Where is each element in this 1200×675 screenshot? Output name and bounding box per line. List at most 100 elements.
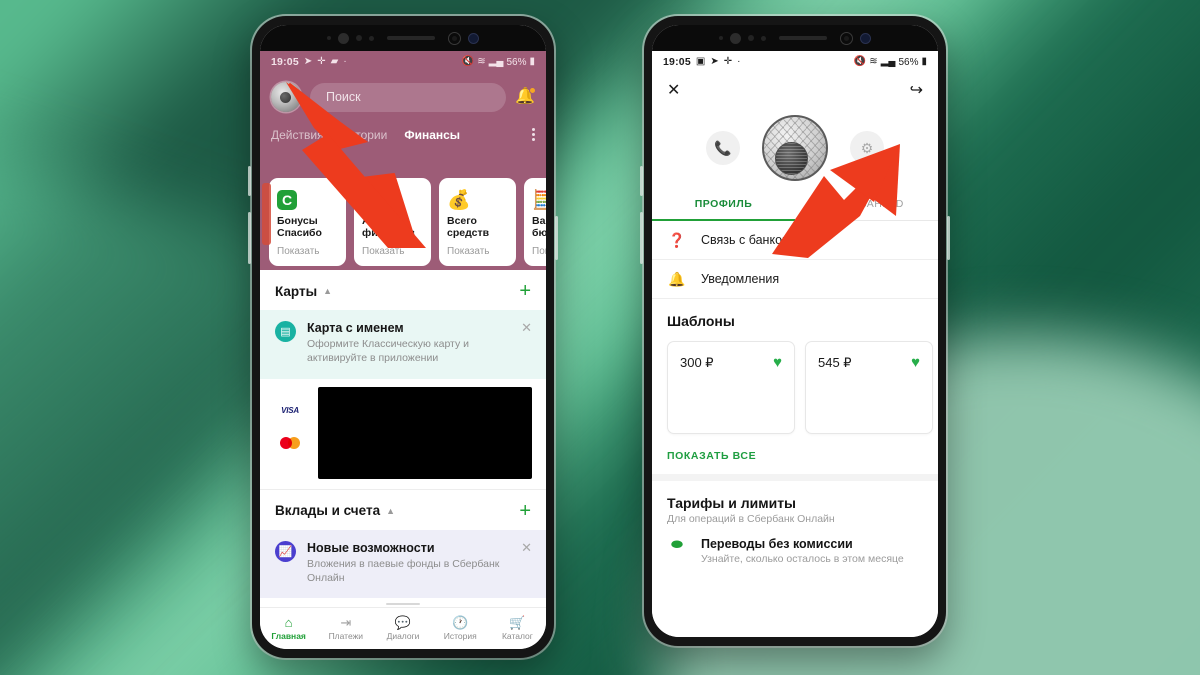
templates-row[interactable]: 300 ₽ ♥ 545 ₽ ♥: [652, 331, 938, 440]
signal-icon: ▂▄: [880, 56, 896, 67]
notifications-button[interactable]: 🔔: [515, 87, 536, 105]
list-item-perevody-bez-komissii[interactable]: ⬬ Переводы без комиссии Узнайте, сколько…: [652, 527, 938, 578]
promo-karta-s-imenem[interactable]: ▤ Карта с именем Оформите Классическую к…: [260, 310, 546, 379]
mastercard-icon: [280, 437, 300, 450]
wifi-icon: ≋: [477, 56, 486, 67]
mute-icon: 🔇: [461, 56, 475, 67]
heart-icon[interactable]: ♥: [773, 355, 782, 370]
bell-icon: 🔔: [668, 271, 686, 287]
list-item-uvedomleniya[interactable]: 🔔 Уведомления: [652, 260, 938, 299]
camera-lens-icon: [468, 32, 479, 44]
widget-bonusy-spasibo[interactable]: C Бонусы Спасибо Показать: [269, 178, 346, 266]
nav-item-istoriya[interactable]: 🕐 История: [432, 616, 489, 641]
add-deposit-button[interactable]: +: [519, 501, 531, 521]
left-bottom-nav: ⌂ Главная ⇥ Платежи 💬 Диалоги 🕐 История …: [260, 607, 546, 649]
promo-subtitle: Вложения в паевые фонды в Сбербанк Онлай…: [307, 557, 500, 584]
tab-profil[interactable]: ПРОФИЛЬ: [652, 187, 795, 221]
avatar[interactable]: [271, 82, 301, 112]
home-icon: ⌂: [284, 615, 293, 630]
nav-item-platezhi[interactable]: ⇥ Платежи: [317, 616, 374, 641]
nav-item-glavnaya[interactable]: ⌂ Главная: [260, 616, 317, 641]
promo-novye-vozmozhnosti[interactable]: 📈 Новые возможности Вложения в паевые фо…: [260, 529, 546, 599]
right-phone-top-bezel: [652, 25, 938, 51]
widget-title: Всего средств: [447, 215, 490, 240]
left-phone-top-bezel: [260, 25, 546, 51]
edge-decoration: [262, 183, 271, 245]
left-phone-device: 19:05 ➤ ✛ ▰ · 🔇 ≋ ▂▄ 56% ▮ Поиск 🔔 Дейст…: [248, 16, 558, 658]
nav-label: Каталог: [501, 631, 533, 641]
bluetooth-icon: ✛: [723, 56, 733, 67]
widget-action[interactable]: Показать: [447, 246, 508, 257]
battery-percent: 56%: [506, 56, 527, 68]
nav-label: Главная: [271, 631, 306, 641]
earpiece-speaker: [779, 36, 827, 40]
battery-icon: ▮: [921, 56, 927, 67]
show-all-templates-link[interactable]: ПОКАЗАТЬ ВСЕ: [652, 440, 938, 474]
signal-icon: ▂▄: [488, 56, 504, 67]
right-phone-power-button[interactable]: [947, 216, 950, 260]
logout-icon[interactable]: ↪: [910, 83, 923, 99]
visa-icon: VISA: [281, 405, 299, 415]
search-input[interactable]: Поиск: [310, 82, 506, 112]
mute-icon: 🔇: [853, 56, 867, 67]
telegram-icon: ➤: [303, 56, 313, 67]
template-card[interactable]: 545 ₽ ♥: [805, 341, 933, 434]
left-status-bar: 19:05 ➤ ✛ ▰ · 🔇 ≋ ▂▄ 56% ▮: [260, 51, 546, 73]
widget-vsego-sredstv[interactable]: 💰 Всего средств Показать: [439, 178, 516, 266]
phone-icon[interactable]: 📞: [706, 131, 740, 165]
widget-analiz-finansov[interactable]: ◴ Анализ финансов Показать: [354, 178, 431, 266]
left-phone-power-button[interactable]: [555, 216, 558, 260]
chevron-up-icon[interactable]: ▲: [323, 286, 332, 296]
heart-icon[interactable]: ♥: [911, 355, 920, 370]
template-amount: 545 ₽: [818, 355, 852, 370]
avatar[interactable]: [762, 115, 828, 181]
tab-finansy[interactable]: Финансы: [404, 128, 460, 142]
close-icon[interactable]: ✕: [667, 83, 680, 99]
nav-label: Диалоги: [386, 631, 420, 641]
tab-deystviya[interactable]: Действия: [271, 128, 324, 142]
left-phone-volume-button[interactable]: [248, 212, 251, 264]
right-phone-screen: 19:05 ▣ ➤ ✛ · 🔇 ≋ ▂▄ 56% ▮ ✕ ↪ 📞 ⚙ ПРОФИ…: [652, 25, 938, 637]
gear-icon[interactable]: ⚙: [850, 131, 884, 165]
widget-action[interactable]: Показать: [532, 246, 546, 257]
add-card-button[interactable]: +: [519, 281, 531, 301]
nav-item-dialogi[interactable]: 💬 Диалоги: [374, 616, 431, 641]
clock-icon: 🕐: [452, 615, 469, 630]
iris-sensor-icon: [356, 35, 362, 41]
redacted-card-details: [318, 386, 532, 479]
right-phone-volume-button[interactable]: [640, 212, 643, 264]
profile-header: 📞 ⚙: [652, 109, 938, 187]
right-phone-bixby-button[interactable]: [640, 166, 643, 196]
payments-arrow-icon: ⇥: [340, 615, 352, 630]
chat-icon: 💬: [394, 615, 412, 630]
nav-item-katalog[interactable]: 🛒 Каталог: [489, 616, 546, 641]
tab-istorii[interactable]: Истории: [341, 128, 388, 142]
message-icon: ▰: [330, 56, 339, 67]
widget-action[interactable]: Показать: [362, 246, 423, 257]
nav-label: Платежи: [328, 631, 364, 641]
more-vertical-icon[interactable]: [532, 126, 535, 143]
tab-sberbank-id[interactable]: СБЕРБАНК ID: [795, 187, 938, 220]
left-phone-bixby-button[interactable]: [248, 166, 251, 196]
dot-icon: ·: [343, 56, 347, 67]
card-list-row[interactable]: VISA: [260, 379, 546, 489]
profile-tabs: ПРОФИЛЬ СБЕРБАНК ID: [652, 187, 938, 221]
finance-widgets-row[interactable]: C Бонусы Спасибо Показать ◴ Анализ финан…: [260, 178, 546, 270]
close-icon[interactable]: ✕: [521, 541, 532, 586]
widget-vash-byudzhet[interactable]: 🧮 Ваш бюджет Показать: [524, 178, 546, 266]
section-title: Карты: [275, 283, 318, 299]
proximity-sensor-icon: [761, 35, 766, 41]
section-header-karty[interactable]: Карты ▲ +: [260, 270, 546, 310]
close-icon[interactable]: ✕: [521, 321, 532, 366]
list-item-svyaz-s-bankom[interactable]: ❓ Связь с банком: [652, 221, 938, 260]
left-content-scroll[interactable]: Карты ▲ + ▤ Карта с именем Оформите Клас…: [260, 270, 546, 607]
camera-ring-icon: [448, 31, 461, 45]
transfer-icon: ⬬: [671, 536, 683, 552]
scroll-grabber: [386, 602, 420, 605]
section-header-vklady[interactable]: Вклады и счета ▲ +: [260, 490, 546, 530]
chevron-up-icon[interactable]: ▲: [386, 506, 395, 516]
widget-action[interactable]: Показать: [277, 246, 338, 257]
right-content-scroll[interactable]: ❓ Связь с банком 🔔 Уведомления Шаблоны 3…: [652, 221, 938, 637]
template-card[interactable]: 300 ₽ ♥: [667, 341, 795, 434]
battery-percent: 56%: [898, 56, 919, 68]
